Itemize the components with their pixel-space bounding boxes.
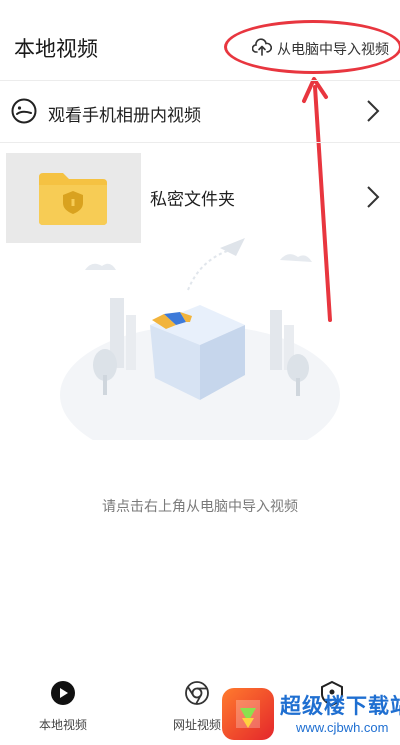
phone-album-videos-row[interactable]: 观看手机相册内视频 bbox=[0, 80, 400, 142]
locked-folder-icon bbox=[39, 173, 107, 225]
import-label: 从电脑中导入视频 bbox=[277, 42, 389, 58]
import-from-pc-button[interactable]: 从电脑中导入视频 bbox=[251, 36, 389, 62]
empty-state-illustration bbox=[40, 230, 360, 465]
chevron-right-icon bbox=[366, 99, 380, 127]
chevron-right-icon bbox=[366, 185, 380, 213]
header: 本地视频 从电脑中导入视频 bbox=[0, 0, 400, 80]
private-folder-label: 私密文件夹 bbox=[150, 190, 235, 210]
site-watermark: 超级楼下载站 www.cjbwh.com bbox=[218, 686, 400, 744]
tab-local-videos[interactable]: 本地视频 bbox=[23, 680, 103, 733]
cloud-upload-icon bbox=[251, 38, 273, 60]
smile-face-icon bbox=[10, 97, 38, 129]
phone-album-label: 观看手机相册内视频 bbox=[48, 106, 201, 126]
tab-label: 本地视频 bbox=[38, 718, 87, 732]
page-title: 本地视频 bbox=[14, 37, 98, 61]
watermark-text: 超级楼下载站 bbox=[280, 694, 400, 718]
play-circle-icon bbox=[23, 680, 103, 710]
watermark-url: www.cjbwh.com bbox=[296, 720, 389, 735]
watermark-logo-icon bbox=[222, 688, 274, 740]
empty-state-message: 请点击右上角从电脑中导入视频 bbox=[102, 499, 298, 515]
